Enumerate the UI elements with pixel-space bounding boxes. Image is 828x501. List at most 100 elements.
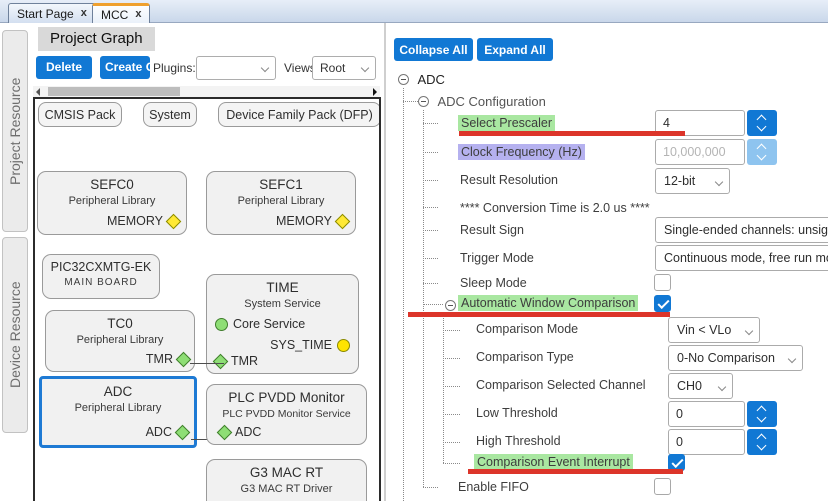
tab-mcc-label: MCC: [101, 8, 128, 22]
node-title: TIME: [207, 275, 358, 295]
result-resolution-select[interactable]: 12-bit: [655, 168, 730, 194]
low-threshold-spinner[interactable]: [747, 401, 777, 427]
comparison-channel-select[interactable]: CH0: [668, 373, 733, 399]
tree-guide-stub: [443, 386, 460, 387]
sleep-mode-checkbox[interactable]: [654, 274, 671, 291]
port-label: TMR: [231, 354, 258, 368]
plugins-select[interactable]: [196, 56, 276, 80]
core-service-label: Core Service: [233, 317, 305, 331]
spinner-down-icon: [757, 151, 767, 161]
device-resource-label: Device Resource: [7, 282, 23, 389]
tree-guide-line: [423, 110, 424, 487]
node-device-family-pack[interactable]: Device Family Pack (DFP): [218, 102, 381, 127]
port-label: MEMORY: [276, 214, 332, 228]
node-adc-selected[interactable]: ADC Peripheral Library ADC: [39, 376, 197, 448]
comparison-channel-label: Comparison Selected Channel: [476, 378, 646, 392]
chevron-down-icon: [745, 327, 753, 335]
tree-guide-stub: [443, 442, 460, 443]
tree-guide-stub: [423, 258, 438, 259]
select-value: Continuous mode, free run mode: [664, 251, 828, 265]
create-graph-button[interactable]: Create Gr: [100, 56, 150, 79]
node-sefc0[interactable]: SEFC0 Peripheral Library MEMORY: [37, 171, 187, 235]
result-sign-label: Result Sign: [460, 223, 524, 237]
port-diamond-icon[interactable]: [166, 213, 182, 229]
node-system[interactable]: System: [143, 102, 197, 127]
port-diamond-icon[interactable]: [217, 424, 233, 440]
views-select[interactable]: Root: [312, 56, 376, 80]
tree-node-adc-configuration[interactable]: ADC Configuration: [418, 93, 546, 111]
clock-frequency-label: Clock Frequency (Hz): [458, 144, 585, 160]
project-graph-title: Project Graph: [38, 27, 155, 51]
arrow-right-icon[interactable]: [373, 88, 377, 96]
expand-all-button[interactable]: Expand All: [477, 38, 553, 61]
node-title: TC0: [46, 311, 194, 331]
close-icon[interactable]: x: [135, 9, 141, 20]
node-label: CMSIS Pack: [45, 108, 116, 122]
conversion-time-note: **** Conversion Time is 2.0 us ****: [460, 201, 650, 215]
collapse-icon[interactable]: [398, 74, 409, 85]
delete-button[interactable]: Delete: [36, 56, 92, 79]
high-threshold-spinner[interactable]: [747, 429, 777, 455]
select-value: Vin < VLo: [677, 323, 731, 337]
node-pic32cxmtg-ek[interactable]: PIC32CXMTG-EK MAIN BOARD: [42, 254, 160, 299]
node-subtitle: System Service: [207, 295, 358, 310]
node-label: Device Family Pack (DFP): [226, 108, 373, 122]
annotation-underline-red: [459, 131, 685, 136]
arrow-left-icon[interactable]: [36, 88, 40, 96]
enable-fifo-label: Enable FIFO: [458, 480, 529, 494]
result-sign-select[interactable]: Single-ended channels: unsigned: [655, 217, 828, 243]
tree-guide-line: [443, 313, 444, 463]
tree-guide-stub: [443, 414, 460, 415]
scrollbar-thumb[interactable]: [48, 87, 180, 96]
core-service-status-icon: [215, 318, 228, 331]
comparison-type-select[interactable]: 0-No Comparison: [668, 345, 803, 371]
tab-mcc[interactable]: MCC x: [92, 3, 150, 23]
node-label: System: [149, 108, 191, 122]
spinner-down-icon[interactable]: [757, 441, 767, 451]
node-cmsis-pack[interactable]: CMSIS Pack: [38, 102, 122, 127]
tree-node-label: ADC Configuration: [437, 94, 545, 109]
port-diamond-icon[interactable]: [213, 353, 229, 369]
spinner-down-icon[interactable]: [757, 413, 767, 423]
spinner-down-icon[interactable]: [757, 122, 767, 132]
port-diamond-icon[interactable]: [335, 213, 351, 229]
select-prescaler-spinner[interactable]: [747, 110, 777, 136]
comparison-mode-select[interactable]: Vin < VLo: [668, 317, 760, 343]
sleep-mode-label: Sleep Mode: [460, 276, 527, 290]
tree-node-adc[interactable]: ADC: [398, 71, 445, 89]
high-threshold-input[interactable]: 0: [668, 429, 745, 455]
node-time[interactable]: TIME System Service Core Service SYS_TIM…: [206, 274, 359, 374]
port-diamond-icon[interactable]: [176, 351, 192, 367]
plugins-label: Plugins:: [153, 61, 196, 75]
node-sefc1[interactable]: SEFC1 Peripheral Library MEMORY: [206, 171, 356, 235]
panel-splitter[interactable]: [384, 23, 386, 501]
document-tab-bar: Start Page x MCC x: [0, 0, 828, 23]
trigger-mode-select[interactable]: Continuous mode, free run mode: [655, 245, 828, 271]
clock-frequency-spinner: [747, 139, 777, 165]
node-tc0[interactable]: TC0 Peripheral Library TMR: [45, 310, 195, 372]
horizontal-scrollbar[interactable]: [33, 86, 380, 97]
views-value: Root: [320, 61, 345, 75]
port-label: TMR: [146, 352, 173, 366]
tree-guide-stub: [403, 101, 418, 102]
node-subtitle: Peripheral Library: [42, 399, 194, 414]
sidebar-tab-device-resource[interactable]: Device Resource: [2, 237, 28, 433]
low-threshold-input[interactable]: 0: [668, 401, 745, 427]
node-g3-mac-rt[interactable]: G3 MAC RT G3 MAC RT Driver: [206, 459, 367, 501]
collapse-all-button[interactable]: Collapse All: [394, 38, 473, 61]
node-plc-pvdd-monitor[interactable]: PLC PVDD Monitor PLC PVDD Monitor Servic…: [206, 384, 367, 445]
collapse-icon[interactable]: [418, 96, 429, 107]
comparison-type-label: Comparison Type: [476, 350, 574, 364]
node-title: ADC: [42, 379, 194, 399]
collapse-icon[interactable]: [445, 300, 456, 311]
enable-fifo-checkbox[interactable]: [654, 478, 671, 495]
sys-time-label: SYS_TIME: [270, 338, 332, 352]
high-threshold-label: High Threshold: [476, 434, 561, 448]
chevron-down-icon: [715, 178, 723, 186]
project-graph-canvas: CMSIS Pack System Device Family Pack (DF…: [33, 97, 381, 501]
sidebar-tab-project-resource[interactable]: Project Resource: [2, 30, 28, 232]
auto-window-comparison-checkbox[interactable]: [654, 295, 671, 312]
tab-start-page[interactable]: Start Page x: [8, 3, 96, 23]
port-diamond-icon[interactable]: [175, 424, 191, 440]
close-icon[interactable]: x: [81, 8, 87, 19]
